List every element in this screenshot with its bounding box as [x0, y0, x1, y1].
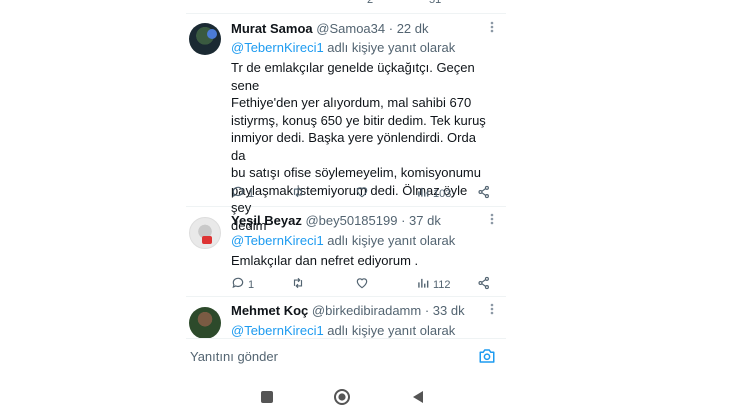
view-count: 112 — [433, 278, 451, 291]
like-button[interactable] — [355, 185, 369, 202]
reply-context-text: adlı kişiye yanıt olarak — [323, 233, 456, 248]
camera-icon[interactable] — [478, 347, 496, 365]
author-handle[interactable]: @birkedibiradamm — [312, 303, 421, 318]
tweet-actions: 1 112 — [231, 276, 491, 292]
reply-context: @TebernKireci1 adlı kişiye yanıt olarak — [231, 40, 455, 55]
tweet-header: Yeşil Beyaz @bey50185199 · 37 dk — [231, 213, 441, 228]
home-circle-icon[interactable] — [333, 388, 351, 406]
author-name[interactable]: Murat Samoa — [231, 21, 313, 36]
tweet-time[interactable]: · 37 dk — [401, 213, 441, 228]
author-name[interactable]: Mehmet Koç — [231, 303, 308, 318]
reply-input[interactable]: Yanıtını gönder — [190, 349, 278, 364]
tweet-item[interactable]: Murat Samoa @Samoa34 · 22 dk @TebernKire… — [186, 15, 506, 233]
share-icon — [477, 185, 491, 202]
tweet-item[interactable]: Mehmet Koç @birkedibiradamm · 33 dk @Teb… — [186, 297, 506, 339]
reply-composer[interactable]: Yanıtını gönder — [186, 338, 506, 372]
reply-icon — [231, 185, 245, 202]
views-button[interactable]: 103 — [416, 185, 451, 202]
reply-mention-link[interactable]: @TebernKireci1 — [231, 233, 324, 248]
tweet-time[interactable]: · 22 dk — [389, 21, 429, 36]
recents-square-icon[interactable] — [258, 388, 276, 406]
reply-button[interactable]: 1 — [231, 185, 254, 202]
retweet-button[interactable] — [291, 276, 305, 293]
reply-mention-link[interactable]: @TebernKireci1 — [231, 323, 324, 338]
retweet-button[interactable] — [291, 185, 305, 202]
tweet-text-line: bu satışı ofise söylemeyelim, komisyonum… — [231, 165, 481, 180]
reply-count: 1 — [248, 278, 255, 291]
tweet-item[interactable]: Yeşil Beyaz @bey50185199 · 37 dk @Tebern… — [186, 207, 506, 297]
avatar[interactable] — [189, 217, 221, 249]
tweet-text-line: inmiyor dedi. Başka yere yönlendirdi. Or… — [231, 130, 476, 163]
views-button[interactable]: 112 — [416, 276, 451, 293]
tweet-text-line: istiyrmş, konuş 650 ye bitir dedim. Tek … — [231, 112, 486, 128]
previous-tweet-actions: 2 51 — [186, 0, 506, 14]
reply-mention-link[interactable]: @TebernKireci1 — [231, 40, 324, 55]
share-button[interactable] — [477, 276, 491, 293]
previous-view-count: 51 — [429, 0, 442, 6]
author-handle[interactable]: @Samoa34 — [316, 21, 385, 36]
views-icon — [416, 276, 430, 293]
reply-context: @TebernKireci1 adlı kişiye yanıt olarak — [231, 323, 455, 338]
share-icon — [477, 276, 491, 293]
retweet-icon — [291, 276, 305, 293]
more-dots-icon[interactable] — [490, 21, 494, 36]
tweet-actions: 1 103 — [231, 185, 491, 201]
avatar[interactable] — [189, 23, 221, 55]
tweet-time[interactable]: · 33 dk — [425, 303, 465, 318]
reply-context-text: adlı kişiye yanıt olarak — [323, 323, 456, 338]
reply-context: @TebernKireci1 adlı kişiye yanıt olarak — [231, 233, 455, 248]
retweet-icon — [291, 185, 305, 202]
views-icon — [416, 185, 430, 202]
like-button[interactable] — [355, 276, 369, 293]
reply-button[interactable]: 1 — [231, 276, 254, 293]
more-dots-icon[interactable] — [490, 303, 494, 318]
tweet-text-line: Emlakçılar dan nefret ediyorum . — [231, 253, 419, 268]
tweet-text-line: Tr de emlakçılar genelde üçkağıtçı. Geçe… — [231, 60, 475, 93]
more-dots-icon[interactable] — [490, 213, 494, 228]
system-navigation-bar — [186, 378, 506, 420]
like-icon — [355, 185, 369, 202]
view-count: 103 — [433, 187, 452, 200]
tweet-text-line: Fethiye'den yer alıyordum, mal sahibi 67… — [231, 95, 472, 110]
previous-like-count: 2 — [367, 0, 374, 6]
share-button[interactable] — [477, 185, 491, 202]
tweet-header: Mehmet Koç @birkedibiradamm · 33 dk — [231, 303, 465, 318]
phone-screen: 2 51 Murat Samoa @Samoa34 · 22 dk @Teber… — [186, 0, 506, 420]
like-icon — [355, 276, 369, 293]
author-name[interactable]: Yeşil Beyaz — [231, 213, 302, 228]
back-triangle-icon[interactable] — [409, 388, 427, 406]
tweet-text: Emlakçılar dan nefret ediyorum . — [231, 252, 491, 270]
reply-icon — [231, 276, 245, 293]
author-handle[interactable]: @bey50185199 — [305, 213, 397, 228]
reply-count: 1 — [248, 187, 255, 200]
reply-context-text: adlı kişiye yanıt olarak — [323, 40, 456, 55]
avatar[interactable] — [189, 307, 221, 339]
tweet-header: Murat Samoa @Samoa34 · 22 dk — [231, 21, 429, 36]
